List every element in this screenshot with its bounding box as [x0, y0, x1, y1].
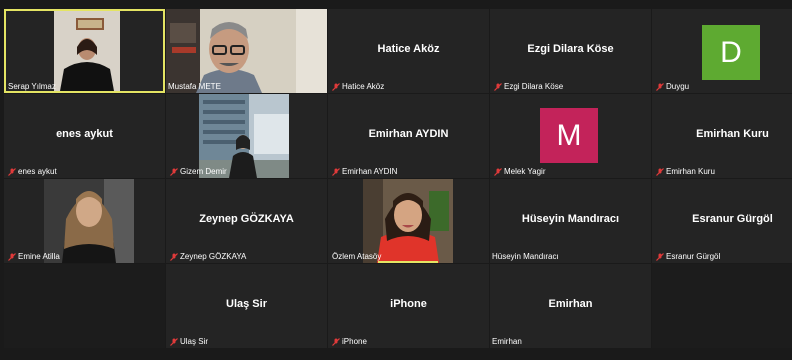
- mic-muted-icon: [170, 252, 178, 261]
- participant-label: Emirhan Kuru: [656, 167, 715, 176]
- participant-name: enes aykut: [18, 167, 57, 176]
- mic-muted-icon: [494, 167, 502, 176]
- participant-display-name: Hatice Aköz: [377, 43, 440, 55]
- participant-label: Duygu: [656, 82, 689, 91]
- participant-label: Serap Yılmaz: [8, 82, 56, 91]
- participant-label: Özlem Atasöy: [332, 252, 381, 261]
- avatar: D: [702, 25, 760, 80]
- participant-name: Ulaş Sir: [180, 337, 209, 346]
- gallery-grid: Serap Yılmaz Mustafa METE Hatice Aköz Ha…: [4, 9, 792, 348]
- participant-tile-serap[interactable]: Serap Yılmaz: [4, 9, 165, 93]
- participant-name: Esranur Gürgöl: [666, 252, 721, 261]
- participant-name: Emirhan AYDIN: [342, 167, 398, 176]
- participant-name: Serap Yılmaz: [8, 82, 56, 91]
- participant-label: Emirhan: [492, 337, 522, 346]
- person-silhouette-icon: [199, 94, 289, 178]
- mic-muted-icon: [656, 82, 664, 91]
- participant-tile-ezgi[interactable]: Ezgi Dilara Köse Ezgi Dilara Köse: [490, 9, 651, 93]
- participant-name: Mustafa METE: [168, 82, 221, 91]
- participant-display-name: Ezgi Dilara Köse: [527, 43, 614, 55]
- participant-tile-ozlem[interactable]: Özlem Atasöy: [328, 179, 489, 263]
- participant-label: Emine Atilla: [8, 252, 60, 261]
- participant-label: iPhone: [332, 337, 367, 346]
- participant-display-name: Ulaş Sir: [226, 298, 267, 310]
- participant-display-name: Zeynep GÖZKAYA: [199, 213, 294, 225]
- video-feed-gizem: [199, 94, 289, 178]
- participant-tile-mustafa[interactable]: Mustafa METE: [166, 9, 327, 93]
- participant-name: Zeynep GÖZKAYA: [180, 252, 247, 261]
- participant-display-name: Esranur Gürgöl: [692, 213, 773, 225]
- participant-name: Hüseyin Mandıracı: [492, 252, 559, 261]
- participant-name: Duygu: [666, 82, 690, 91]
- empty-tile: [4, 264, 165, 348]
- participant-tile-duygu[interactable]: D Duygu: [652, 9, 792, 93]
- mic-muted-icon: [332, 337, 340, 346]
- participant-name: Emirhan: [492, 337, 522, 346]
- participant-label: Melek Yagir: [494, 167, 546, 176]
- speaking-indicator: [378, 261, 438, 263]
- mic-muted-icon: [494, 82, 502, 91]
- participant-tile-enes[interactable]: enes aykut enes aykut: [4, 94, 165, 178]
- mic-muted-icon: [332, 167, 340, 176]
- participant-name: iPhone: [342, 337, 367, 346]
- video-feed-serap: [54, 11, 120, 91]
- participant-tile-emine[interactable]: Emine Atilla: [4, 179, 165, 263]
- participant-tile-zeynep[interactable]: Zeynep GÖZKAYA Zeynep GÖZKAYA: [166, 179, 327, 263]
- mic-muted-icon: [332, 82, 340, 91]
- participant-label: Hatice Aköz: [332, 82, 384, 91]
- participant-tile-emirhan-aydin[interactable]: Emirhan AYDIN Emirhan AYDIN: [328, 94, 489, 178]
- mic-muted-icon: [8, 167, 16, 176]
- participant-tile-ulas[interactable]: Ulaş Sir Ulaş Sir: [166, 264, 327, 348]
- avatar: M: [540, 108, 598, 163]
- participant-name: Emirhan Kuru: [666, 167, 715, 176]
- participant-name: Hatice Aköz: [342, 82, 385, 91]
- person-silhouette-icon: [363, 179, 453, 263]
- participant-display-name: Hüseyin Mandıracı: [521, 213, 620, 225]
- participant-label: Gizem Demir: [170, 167, 227, 176]
- person-silhouette-icon: [166, 9, 327, 93]
- participant-name: Özlem Atasöy: [332, 252, 382, 261]
- mic-muted-icon: [656, 167, 664, 176]
- participant-name: Ezgi Dilara Köse: [504, 82, 564, 91]
- participant-label: enes aykut: [8, 167, 57, 176]
- participant-tile-huseyin[interactable]: Hüseyin Mandıracı Hüseyin Mandıracı: [490, 179, 651, 263]
- participant-label: Zeynep GÖZKAYA: [170, 252, 246, 261]
- participant-display-name: enes aykut: [56, 128, 113, 140]
- avatar-letter: M: [556, 118, 582, 152]
- participant-tile-esranur[interactable]: Esranur Gürgöl Esranur Gürgöl: [652, 179, 792, 263]
- video-feed-mustafa: [166, 9, 327, 93]
- participant-display-name: Emirhan: [548, 298, 593, 310]
- participant-label: Ulaş Sir: [170, 337, 208, 346]
- participant-label: Ezgi Dilara Köse: [494, 82, 563, 91]
- participant-display-name: Emirhan Kuru: [696, 128, 769, 140]
- mic-muted-icon: [656, 252, 664, 261]
- participant-label: Mustafa METE: [168, 82, 221, 91]
- participant-label: Esranur Gürgöl: [656, 252, 720, 261]
- participant-tile-melek[interactable]: M Melek Yagir: [490, 94, 651, 178]
- video-feed-emine: [44, 179, 134, 263]
- participant-tile-hatice[interactable]: Hatice Aköz Hatice Aköz: [328, 9, 489, 93]
- mic-muted-icon: [170, 337, 178, 346]
- mic-muted-icon: [170, 167, 178, 176]
- participant-tile-emirhan-kuru[interactable]: Emirhan Kuru Emirhan Kuru: [652, 94, 792, 178]
- participant-tile-iphone[interactable]: iPhone iPhone: [328, 264, 489, 348]
- participant-label: Emirhan AYDIN: [332, 167, 397, 176]
- person-silhouette-icon: [54, 11, 120, 91]
- participant-label: Hüseyin Mandıracı: [492, 252, 559, 261]
- participant-tile-emirhan[interactable]: Emirhan Emirhan: [490, 264, 651, 348]
- participant-name: Melek Yagir: [504, 167, 546, 176]
- person-silhouette-icon: [44, 179, 134, 263]
- mic-muted-icon: [8, 252, 16, 261]
- participant-tile-gizem[interactable]: Gizem Demir: [166, 94, 327, 178]
- video-feed-ozlem: [363, 179, 453, 263]
- participant-name: Emine Atilla: [18, 252, 60, 261]
- avatar-letter: D: [720, 35, 742, 69]
- participant-display-name: iPhone: [390, 298, 427, 310]
- empty-tile: [652, 264, 792, 348]
- participant-display-name: Emirhan AYDIN: [368, 128, 449, 140]
- participant-name: Gizem Demir: [180, 167, 227, 176]
